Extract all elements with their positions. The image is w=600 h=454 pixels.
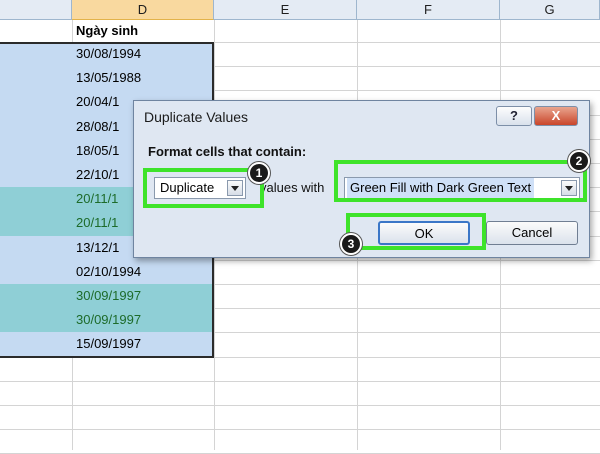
- highlight-box-format: [334, 160, 587, 202]
- highlight-box-ok: [346, 213, 486, 250]
- column-header-g[interactable]: G: [500, 0, 600, 20]
- step-badge-1: 1: [248, 162, 270, 184]
- dialog-titlebar[interactable]: Duplicate Values ? X: [134, 101, 589, 133]
- cancel-button[interactable]: Cancel: [486, 221, 578, 245]
- help-icon: ?: [510, 108, 518, 123]
- highlight-box-duplicate: [143, 168, 264, 208]
- column-header-f[interactable]: F: [357, 0, 500, 20]
- close-button[interactable]: X: [534, 106, 578, 126]
- values-with-label: values with: [260, 180, 325, 195]
- close-icon: X: [551, 108, 561, 123]
- dialog-title: Duplicate Values: [144, 109, 249, 125]
- column-header-e[interactable]: E: [214, 0, 357, 20]
- step-badge-2: 2: [568, 150, 590, 172]
- cell-d1-header[interactable]: Ngày sinh: [72, 20, 214, 42]
- column-header-c[interactable]: [0, 0, 72, 20]
- step-badge-3: 3: [340, 233, 362, 255]
- grid-line: [0, 429, 600, 431]
- help-button[interactable]: ?: [496, 106, 532, 126]
- grid-line: [0, 405, 600, 406]
- grid-line: [0, 380, 600, 382]
- format-cells-label: Format cells that contain:: [148, 144, 307, 159]
- column-header-d[interactable]: D: [72, 0, 214, 20]
